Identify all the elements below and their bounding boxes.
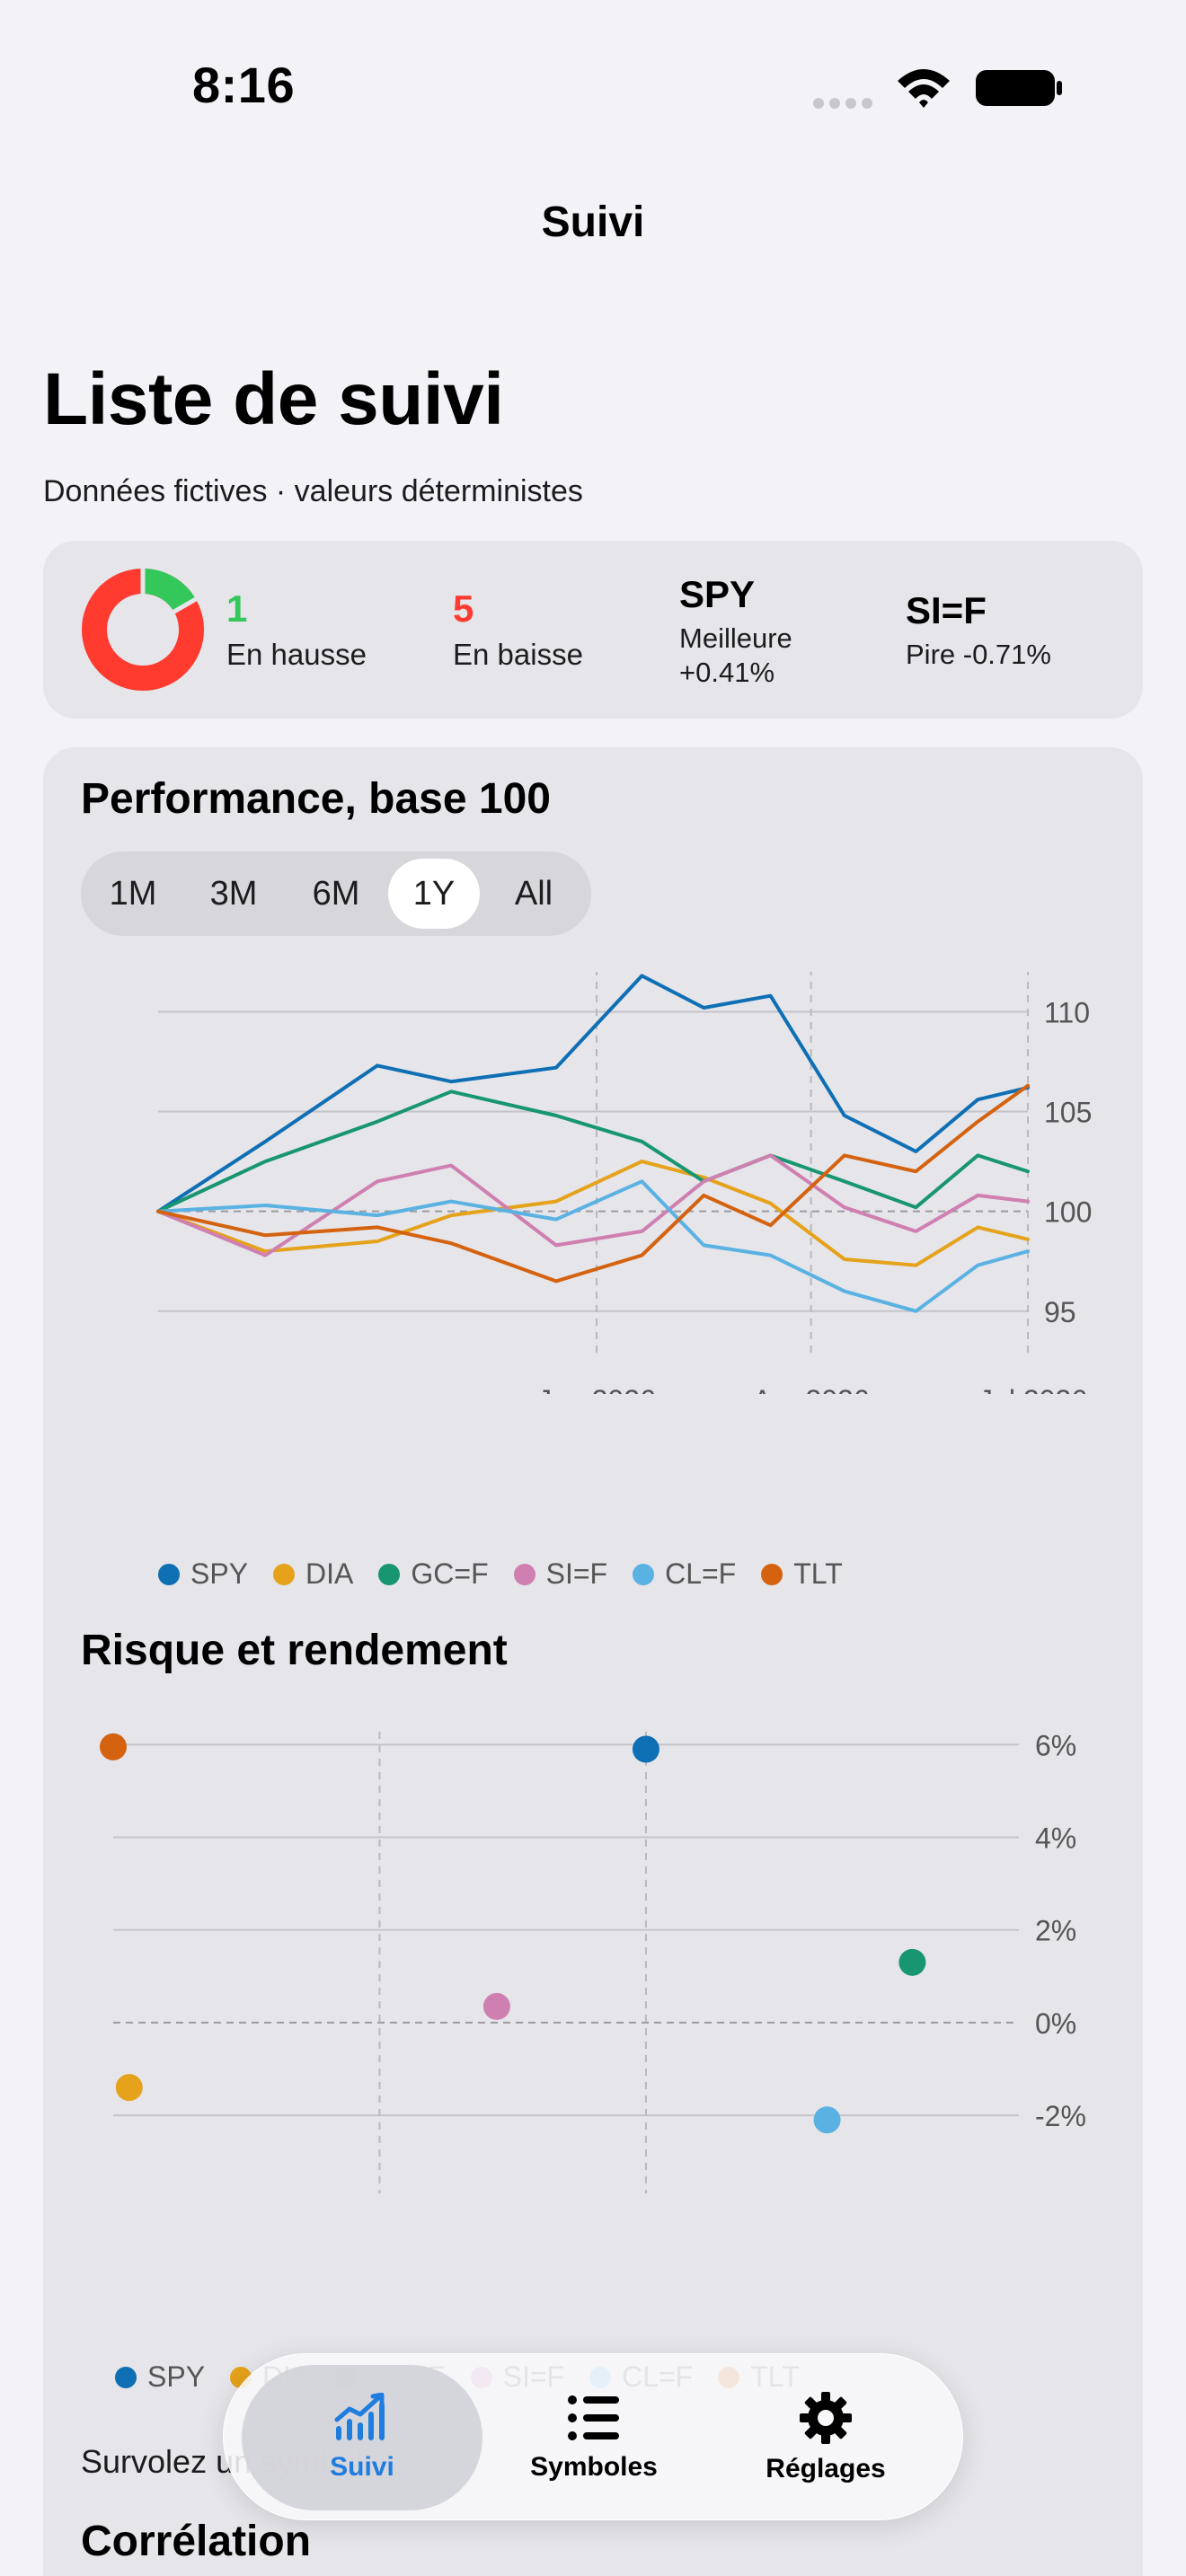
- range-all[interactable]: All: [483, 859, 584, 929]
- range-6m[interactable]: 6M: [286, 859, 386, 929]
- battery-icon: [976, 70, 1062, 106]
- legend-item-DIA: DIA: [273, 1557, 353, 1591]
- legend-item-SPY: SPY: [158, 1557, 248, 1591]
- legend-dot: [633, 1563, 655, 1585]
- legend-dot: [761, 1563, 783, 1585]
- summary-card: 1 En hausse 5 En baisse SPY Meilleure +0…: [43, 541, 1143, 719]
- performance-title: Performance, base 100: [81, 775, 551, 823]
- performance-chart[interactable]: 95 100 105 110 Jan 2026 Apr 2026 Jul 2026: [43, 972, 1143, 1394]
- scatter-point-CL=F: [813, 2106, 841, 2134]
- list-icon: [568, 2395, 619, 2440]
- tab-reglages-label: Réglages: [766, 2454, 886, 2483]
- risk-return-chart[interactable]: -2%0%2%4%6%7%7%: [43, 1708, 1143, 2193]
- status-bar: 8:16: [0, 0, 1186, 171]
- chart-icon: [334, 2393, 385, 2440]
- legend-dot: [115, 2366, 137, 2388]
- perf-x-tick: Jul 2026: [978, 1384, 1087, 1394]
- legend-label: SPY: [190, 1557, 249, 1590]
- tab-reglages[interactable]: Réglages: [705, 2365, 946, 2510]
- risk-y-tick: 6%: [1035, 1729, 1076, 1761]
- scatter-point-DIA: [115, 2074, 143, 2102]
- tab-symboles-label: Symboles: [530, 2452, 658, 2482]
- down-count: 5: [453, 587, 474, 630]
- range-segmented-control: 1M 3M 6M 1Y All: [81, 851, 591, 936]
- best-label: Meilleure: [679, 622, 792, 654]
- cellular-signal-icon: [813, 98, 872, 109]
- charts-card: Performance, base 100 1M 3M 6M 1Y All 95…: [43, 747, 1143, 2576]
- legend-dot: [378, 1563, 401, 1585]
- risk-y-tick: 0%: [1035, 2007, 1076, 2040]
- tab-suivi-label: Suivi: [330, 2452, 394, 2482]
- legend-item-SPY: SPY: [115, 2360, 205, 2394]
- perf-y-tick: 100: [1044, 1196, 1092, 1229]
- gear-icon: [800, 2392, 852, 2444]
- scatter-point-TLT: [100, 1733, 127, 1760]
- tab-symboles[interactable]: Symboles: [474, 2365, 714, 2510]
- wifi-icon: [898, 69, 950, 108]
- series-line-SI=F: [156, 1153, 1030, 1257]
- up-down-donut: [82, 568, 205, 691]
- page-title: Liste de suivi: [43, 358, 504, 440]
- nav-title: Suivi: [541, 198, 645, 246]
- scatter-point-SPY: [632, 1735, 659, 1763]
- legend-label: TLT: [793, 1557, 843, 1590]
- up-label: En hausse: [226, 638, 367, 671]
- risk-y-tick: -2%: [1035, 2100, 1086, 2132]
- perf-x-tick: Apr 2026: [753, 1384, 870, 1394]
- page-subtitle: Données fictives · valeurs déterministes: [43, 474, 583, 508]
- correlation-title: Corrélation: [81, 2518, 312, 2565]
- legend-label: SPY: [147, 2360, 206, 2393]
- tab-suivi[interactable]: Suivi: [242, 2365, 482, 2510]
- legend-label: DIA: [305, 1557, 354, 1590]
- range-1y[interactable]: 1Y: [388, 859, 480, 929]
- legend-item-CL=F: CL=F: [633, 1557, 736, 1591]
- perf-x-tick: Jan 2026: [537, 1384, 656, 1394]
- legend-label: GC=F: [411, 1557, 489, 1590]
- scatter-point-SI=F: [482, 1992, 510, 2020]
- legend-dot: [513, 1563, 535, 1585]
- legend-dot: [158, 1563, 180, 1585]
- up-count: 1: [226, 587, 248, 630]
- legend-item-GC=F: GC=F: [378, 1557, 489, 1591]
- legend-label: SI=F: [545, 1557, 608, 1590]
- series-line-DIA: [156, 1160, 1030, 1267]
- performance-legend: SPY DIA GC=F SI=F CL=F TLT: [158, 1557, 868, 1591]
- perf-y-tick: 105: [1044, 1097, 1092, 1129]
- legend-item-SI=F: SI=F: [513, 1557, 608, 1591]
- perf-y-tick: 95: [1044, 1296, 1076, 1328]
- risk-y-tick: 4%: [1035, 1822, 1076, 1855]
- series-line-GC=F: [156, 1090, 1030, 1213]
- range-1m[interactable]: 1M: [88, 859, 178, 929]
- down-label: En baisse: [453, 638, 583, 671]
- best-symbol: SPY: [679, 573, 756, 615]
- worst-text: Pire -0.71%: [906, 639, 1051, 670]
- legend-label: CL=F: [665, 1557, 737, 1590]
- worst-symbol: SI=F: [906, 589, 987, 631]
- tab-bar: Suivi Symboles Réglages: [223, 2353, 963, 2520]
- perf-y-tick: 110: [1044, 996, 1090, 1028]
- range-3m[interactable]: 3M: [183, 859, 284, 929]
- risk-return-title: Risque et rendement: [81, 1627, 508, 1674]
- legend-dot: [273, 1563, 296, 1585]
- status-time: 8:16: [192, 57, 296, 113]
- legend-item-TLT: TLT: [761, 1557, 843, 1591]
- risk-y-tick: 2%: [1035, 1915, 1076, 1947]
- scatter-point-GC=F: [898, 1948, 926, 1976]
- best-value: +0.41%: [679, 657, 775, 688]
